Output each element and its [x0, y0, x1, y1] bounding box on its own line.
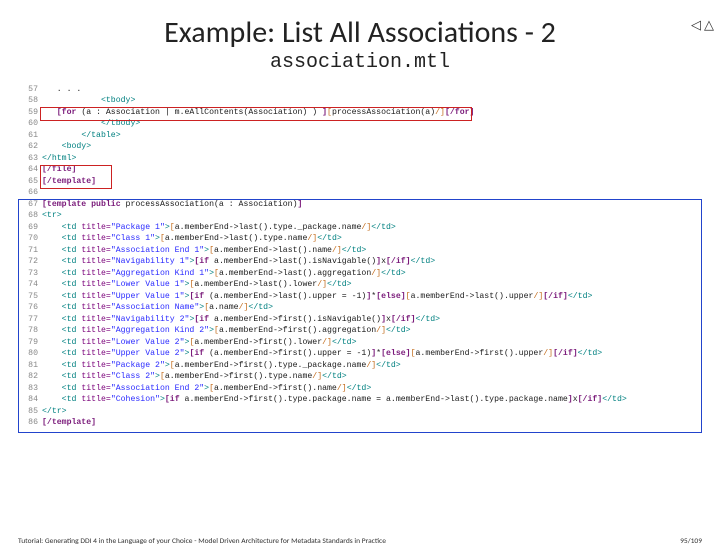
code-line: 60 </tbody> [18, 118, 702, 129]
line-number: 78 [18, 325, 42, 336]
footer-page: 95/109 [680, 537, 702, 546]
line-content: <td title="Navigability 1">[if a.memberE… [42, 256, 702, 267]
line-content: <td title="Aggregation Kind 2">[a.member… [42, 325, 702, 336]
line-content: [/template] [42, 176, 702, 187]
code-line: 65[/template] [18, 176, 702, 187]
line-number: 83 [18, 383, 42, 394]
code-line: 68<tr> [18, 210, 702, 221]
line-content: [/file] [42, 164, 702, 175]
code-line: 71 <td title="Association End 1">[a.memb… [18, 245, 702, 256]
line-number: 57 [18, 84, 42, 95]
code-line: 61 </table> [18, 130, 702, 141]
line-number: 65 [18, 176, 42, 187]
line-number: 80 [18, 348, 42, 359]
line-content: <tr> [42, 210, 702, 221]
line-content: <td title="Package 1">[a.memberEnd->last… [42, 222, 702, 233]
line-number: 75 [18, 291, 42, 302]
line-content: [template public processAssociation(a : … [42, 199, 702, 210]
slide-footer: Tutorial: Generating DDI 4 in the Langua… [18, 537, 702, 546]
line-number: 72 [18, 256, 42, 267]
footer-text: Tutorial: Generating DDI 4 in the Langua… [18, 537, 386, 546]
line-content: <td title="Lower Value 1">[a.memberEnd->… [42, 279, 702, 290]
line-number: 79 [18, 337, 42, 348]
prev-icon[interactable]: ◁ [691, 18, 701, 33]
line-number: 62 [18, 141, 42, 152]
line-content: <td title="Cohesion">[if a.memberEnd->fi… [42, 394, 702, 405]
code-line: 70 <td title="Class 1">[a.memberEnd->las… [18, 233, 702, 244]
nav-controls: ◁ △ [691, 18, 714, 33]
line-number: 77 [18, 314, 42, 325]
line-content: . . . [42, 84, 702, 95]
line-content: <td title="Association Name">[a.name/]</… [42, 302, 702, 313]
line-content: <td title="Aggregation Kind 1">[a.member… [42, 268, 702, 279]
line-number: 76 [18, 302, 42, 313]
line-number: 71 [18, 245, 42, 256]
code-line: 74 <td title="Lower Value 1">[a.memberEn… [18, 279, 702, 290]
line-content: </table> [42, 130, 702, 141]
line-number: 85 [18, 406, 42, 417]
line-content: [/template] [42, 417, 702, 428]
line-number: 63 [18, 153, 42, 164]
line-content: </tr> [42, 406, 702, 417]
code-line: 62 <body> [18, 141, 702, 152]
line-content: <td title="Lower Value 2">[a.memberEnd->… [42, 337, 702, 348]
code-line: 67[template public processAssociation(a … [18, 199, 702, 210]
line-number: 67 [18, 199, 42, 210]
line-number: 59 [18, 107, 42, 118]
next-icon[interactable]: △ [704, 18, 714, 33]
line-number: 61 [18, 130, 42, 141]
line-number: 82 [18, 371, 42, 382]
line-number: 86 [18, 417, 42, 428]
line-number: 68 [18, 210, 42, 221]
line-content: <td title="Class 2">[a.memberEnd->first(… [42, 371, 702, 382]
line-number: 73 [18, 268, 42, 279]
code-line: 78 <td title="Aggregation Kind 2">[a.mem… [18, 325, 702, 336]
code-line: 69 <td title="Package 1">[a.memberEnd->l… [18, 222, 702, 233]
line-content: <td title="Upper Value 2">[if (a.memberE… [42, 348, 702, 359]
code-line: 72 <td title="Navigability 1">[if a.memb… [18, 256, 702, 267]
code-line: 84 <td title="Cohesion">[if a.memberEnd-… [18, 394, 702, 405]
line-number: 60 [18, 118, 42, 129]
code-line: 77 <td title="Navigability 2">[if a.memb… [18, 314, 702, 325]
code-viewer: 57 . . .58 <tbody>59 [for (a : Associati… [18, 84, 702, 429]
line-content: <td title="Association End 1">[a.memberE… [42, 245, 702, 256]
code-line: 64[/file] [18, 164, 702, 175]
line-number: 58 [18, 95, 42, 106]
line-number: 74 [18, 279, 42, 290]
code-line: 86[/template] [18, 417, 702, 428]
line-number: 69 [18, 222, 42, 233]
line-content: [for (a : Association | m.eAllContents(A… [42, 107, 702, 118]
line-content: <tbody> [42, 95, 702, 106]
code-line: 59 [for (a : Association | m.eAllContent… [18, 107, 702, 118]
code-line: 79 <td title="Lower Value 2">[a.memberEn… [18, 337, 702, 348]
code-line: 83 <td title="Association End 2">[a.memb… [18, 383, 702, 394]
code-line: 82 <td title="Class 2">[a.memberEnd->fir… [18, 371, 702, 382]
code-line: 80 <td title="Upper Value 2">[if (a.memb… [18, 348, 702, 359]
line-content: </tbody> [42, 118, 702, 129]
line-content: <td title="Upper Value 1">[if (a.memberE… [42, 291, 702, 302]
line-content: <td title="Association End 2">[a.memberE… [42, 383, 702, 394]
line-number: 81 [18, 360, 42, 371]
slide-subtitle: association.mtl [0, 51, 720, 74]
line-number: 64 [18, 164, 42, 175]
line-number: 84 [18, 394, 42, 405]
code-line: 63</html> [18, 153, 702, 164]
line-content: <body> [42, 141, 702, 152]
line-content: </html> [42, 153, 702, 164]
line-content: <td title="Class 1">[a.memberEnd->last()… [42, 233, 702, 244]
code-line: 76 <td title="Association Name">[a.name/… [18, 302, 702, 313]
code-line: 81 <td title="Package 2">[a.memberEnd->f… [18, 360, 702, 371]
code-line: 57 . . . [18, 84, 702, 95]
code-line: 85</tr> [18, 406, 702, 417]
line-content: <td title="Navigability 2">[if a.memberE… [42, 314, 702, 325]
line-number: 70 [18, 233, 42, 244]
slide-title: Example: List All Associations - 2 [0, 14, 720, 51]
line-content: <td title="Package 2">[a.memberEnd->firs… [42, 360, 702, 371]
code-line: 58 <tbody> [18, 95, 702, 106]
line-number: 66 [18, 187, 42, 198]
code-line: 66 [18, 187, 702, 198]
code-line: 75 <td title="Upper Value 1">[if (a.memb… [18, 291, 702, 302]
code-line: 73 <td title="Aggregation Kind 1">[a.mem… [18, 268, 702, 279]
